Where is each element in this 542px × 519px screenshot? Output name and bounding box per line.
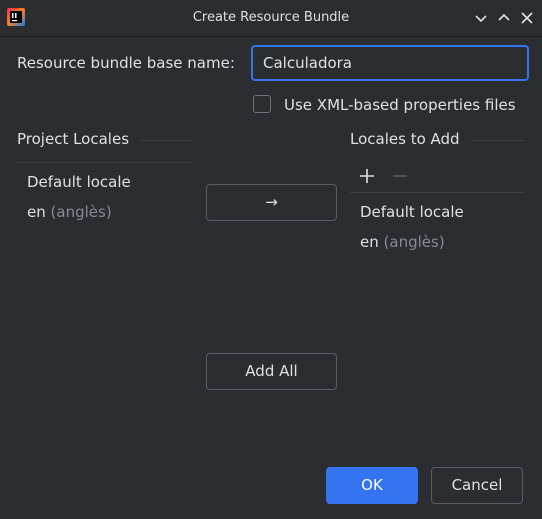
locale-label: Default locale	[360, 203, 464, 221]
xml-properties-checkbox[interactable]	[253, 95, 271, 113]
base-name-input[interactable]	[251, 45, 529, 81]
add-all-button[interactable]: Add All	[206, 353, 337, 390]
move-right-button[interactable]: →	[206, 184, 337, 221]
locales-to-add-title: Locales to Add	[350, 130, 460, 148]
locale-sublabel: (anglès)	[50, 203, 112, 221]
title-bar: Create Resource Bundle	[0, 0, 542, 37]
project-locales-title: Project Locales	[17, 130, 130, 148]
close-icon[interactable]	[517, 8, 537, 28]
chevron-up-icon[interactable]	[494, 8, 514, 28]
minus-icon[interactable]	[390, 166, 410, 186]
xml-properties-label[interactable]: Use XML-based properties files	[284, 96, 516, 114]
locale-label: en	[27, 203, 46, 221]
cancel-button[interactable]: Cancel	[431, 467, 523, 504]
locale-sublabel: (anglès)	[383, 233, 445, 251]
base-name-label: Resource bundle base name:	[17, 54, 235, 72]
locale-label: en	[360, 233, 379, 251]
chevron-down-icon[interactable]	[471, 8, 491, 28]
divider	[140, 140, 192, 141]
list-item[interactable]: Default locale	[360, 203, 464, 221]
plus-icon[interactable]	[357, 166, 377, 186]
divider	[17, 162, 192, 163]
arrow-right-icon: →	[265, 193, 278, 211]
ok-button[interactable]: OK	[326, 467, 418, 504]
locale-label: Default locale	[27, 173, 131, 191]
window-title: Create Resource Bundle	[192, 10, 350, 25]
list-item[interactable]: en (anglès)	[27, 203, 112, 221]
divider	[472, 140, 525, 141]
divider	[350, 192, 525, 193]
list-item[interactable]: Default locale	[27, 173, 131, 191]
list-item[interactable]: en (anglès)	[360, 233, 445, 251]
